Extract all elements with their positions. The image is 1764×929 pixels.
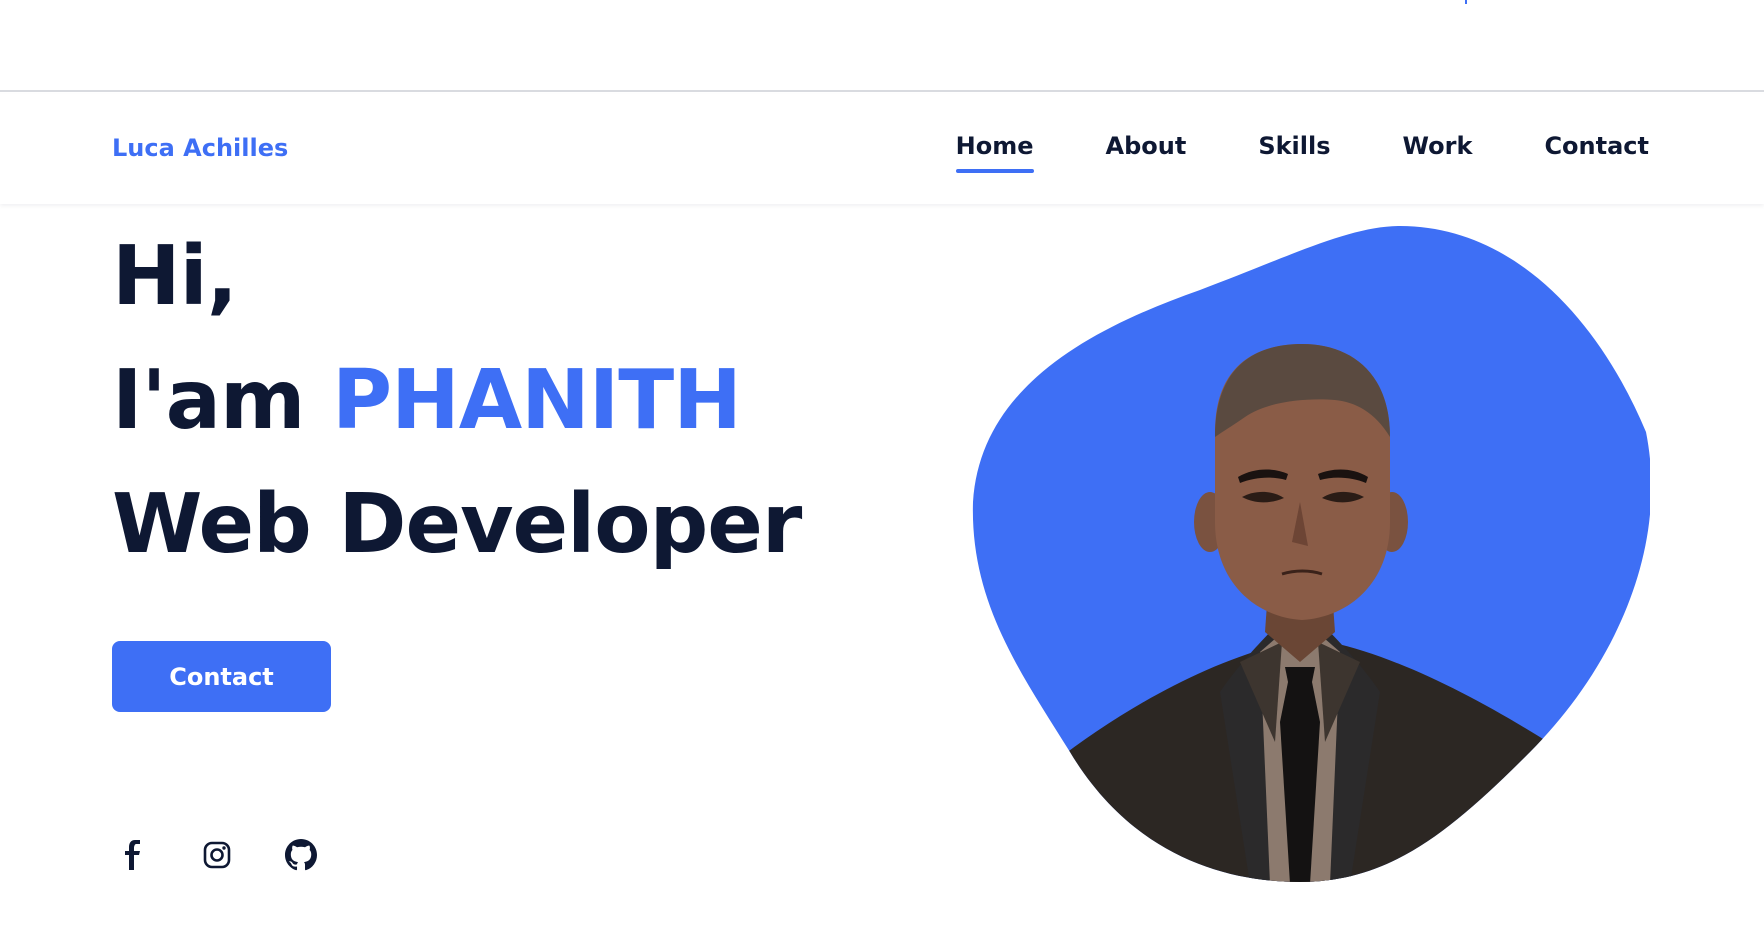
- site-header: Luca Achilles Home About Skills Work Con…: [0, 94, 1764, 204]
- contact-button[interactable]: Contact: [112, 641, 331, 712]
- hero-greeting: Hi,: [112, 229, 238, 324]
- github-link[interactable]: [284, 838, 318, 872]
- github-icon: [285, 839, 317, 871]
- hero-name: PHANITH: [331, 353, 742, 448]
- nav-skills[interactable]: Skills: [1258, 132, 1330, 168]
- nav-home[interactable]: Home: [955, 132, 1034, 173]
- instagram-link[interactable]: [200, 838, 234, 872]
- instagram-icon: [203, 841, 231, 869]
- portrait-illustration: [972, 226, 1650, 882]
- nav-about[interactable]: About: [1106, 132, 1187, 168]
- hero-role: Web Developer: [112, 477, 802, 572]
- hero-heading: Hi, I'am PHANITH Web Developer: [112, 215, 802, 587]
- top-strip-mark: [1465, 0, 1467, 4]
- facebook-link[interactable]: [116, 838, 150, 872]
- main-nav: Home About Skills Work Contact: [955, 132, 1649, 173]
- hero-intro: I'am: [112, 353, 305, 448]
- nav-work[interactable]: Work: [1403, 132, 1473, 168]
- facebook-icon: [125, 840, 140, 870]
- nav-contact[interactable]: Contact: [1544, 132, 1649, 168]
- social-links: [116, 838, 318, 872]
- profile-portrait: [970, 222, 1650, 884]
- hero-intro-line: I'am PHANITH: [112, 339, 801, 463]
- brand-logo[interactable]: Luca Achilles: [112, 134, 288, 162]
- top-strip: [0, 0, 1764, 92]
